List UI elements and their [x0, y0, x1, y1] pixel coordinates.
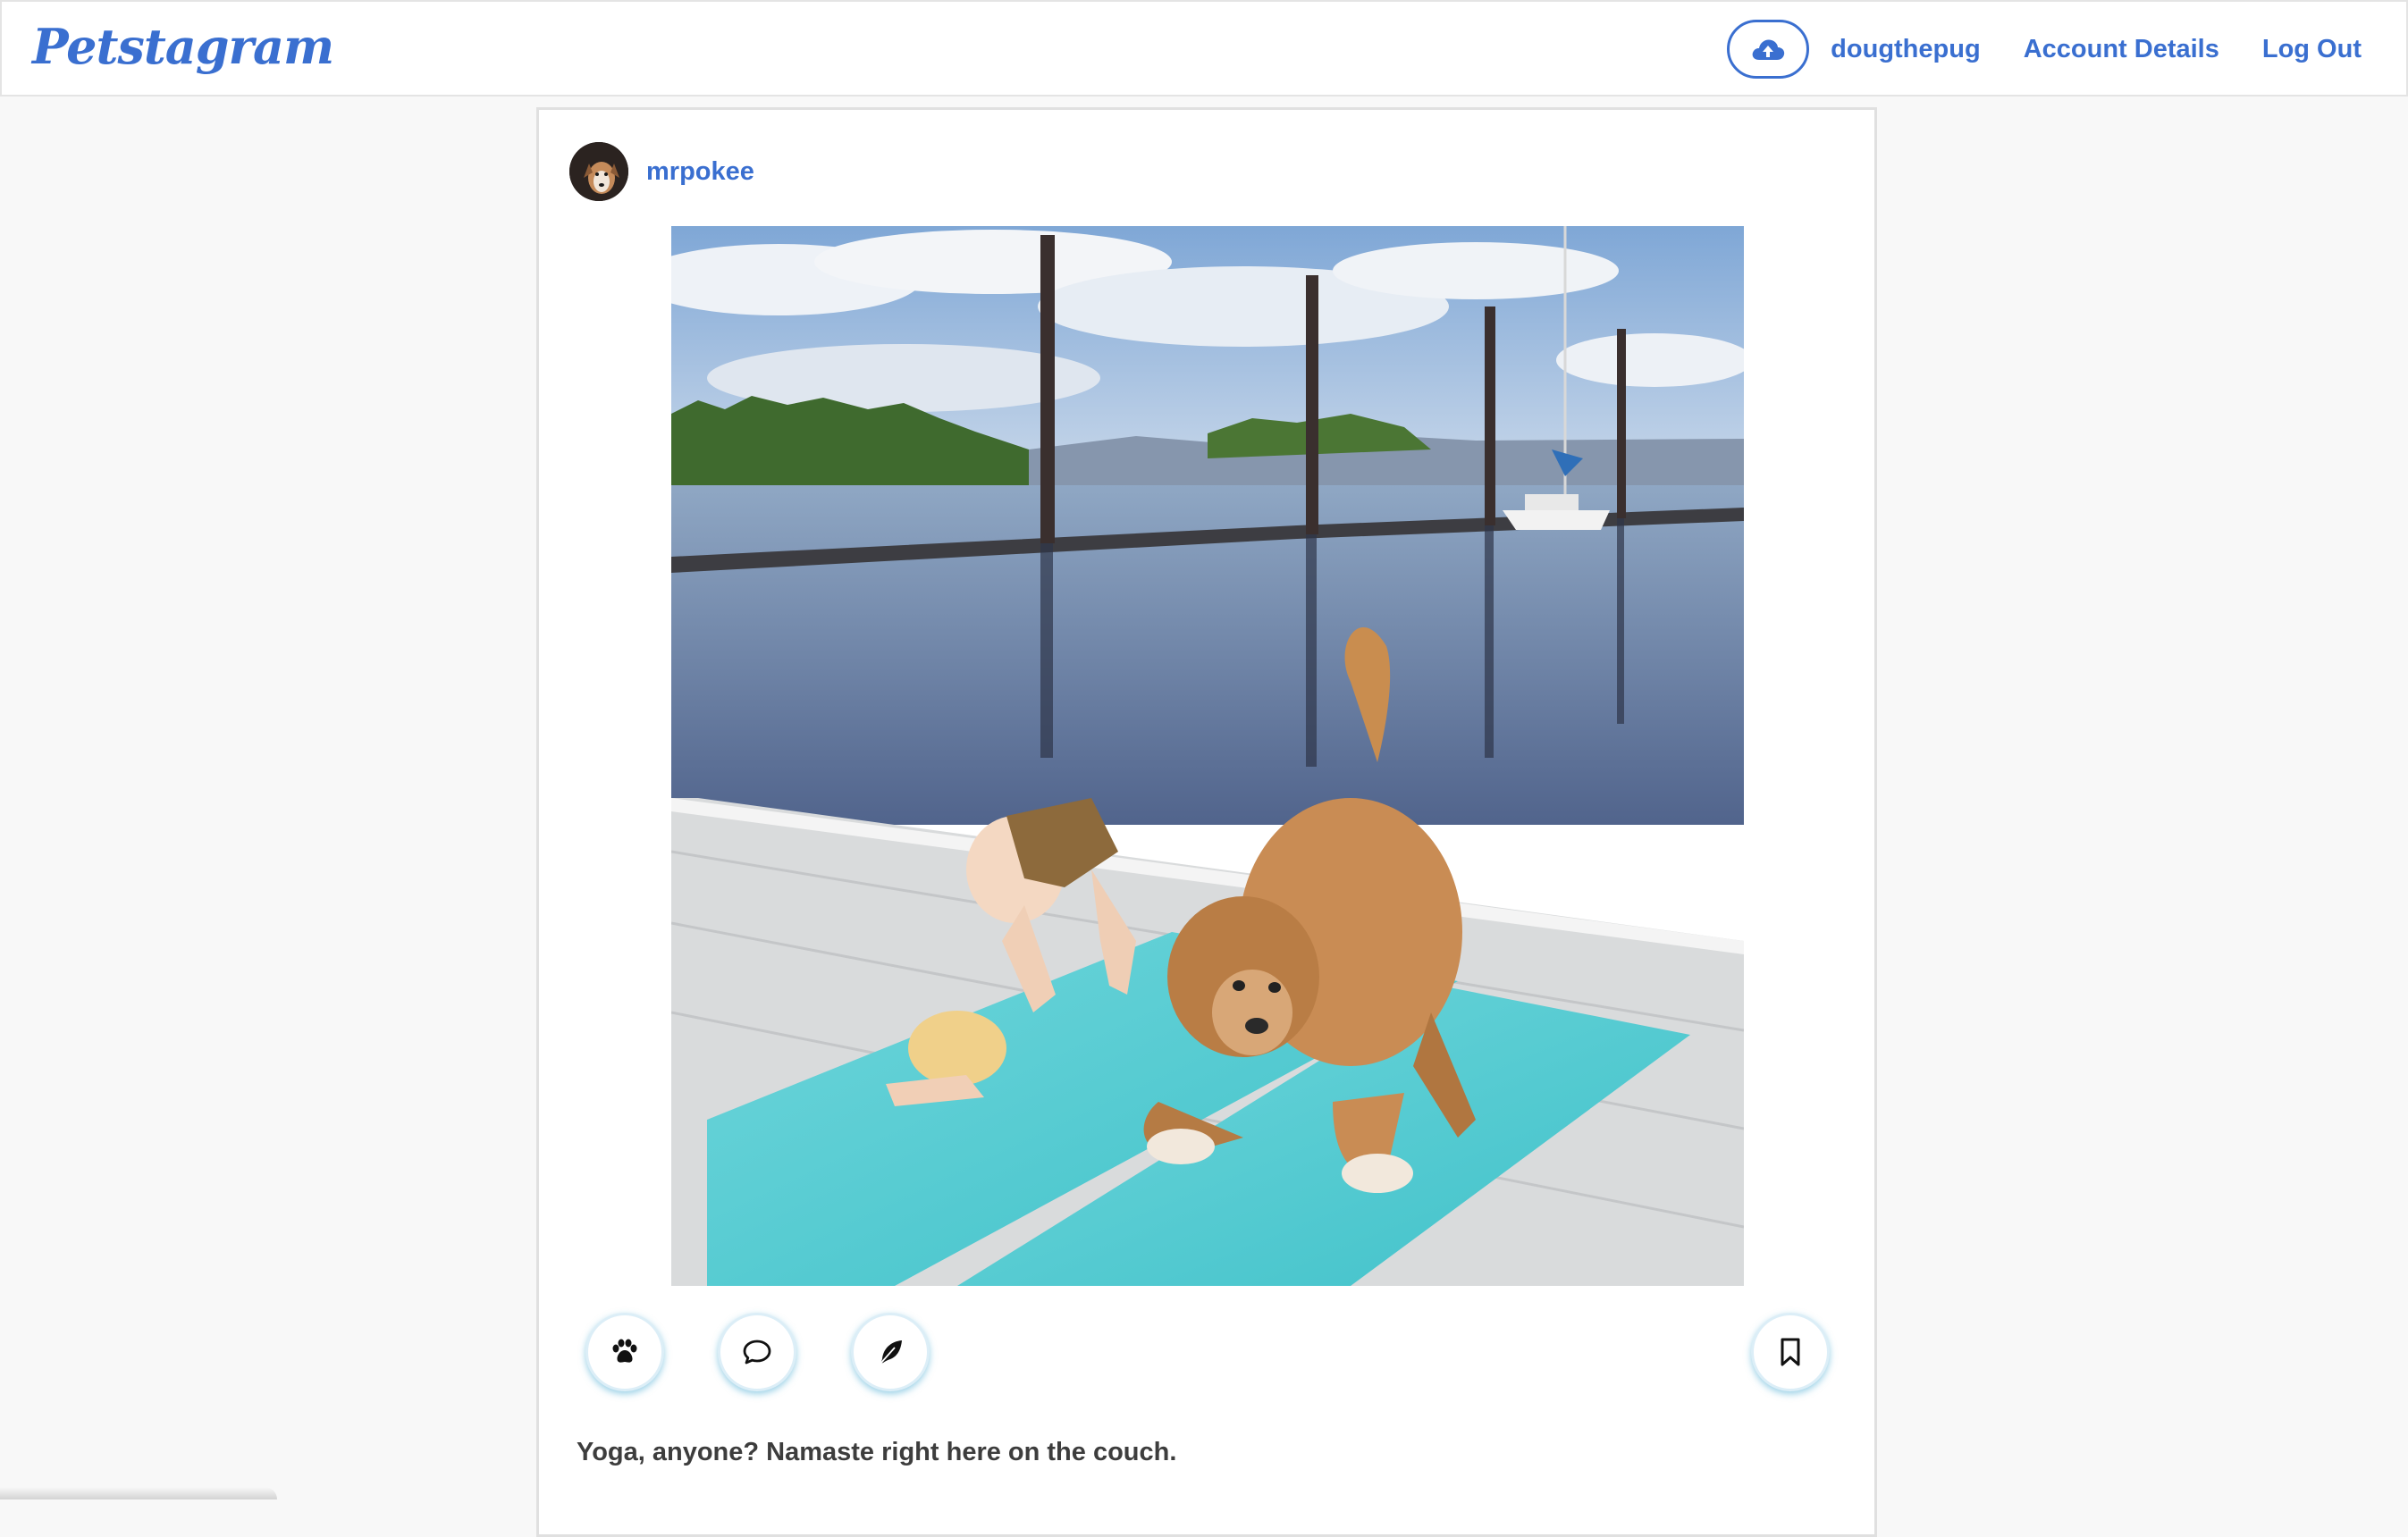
- post-header: mrpokee: [569, 142, 754, 201]
- comment-button[interactable]: [718, 1313, 796, 1391]
- share-button[interactable]: [851, 1313, 930, 1391]
- cloud-upload-icon: [1750, 36, 1786, 63]
- bookmark-icon: [1779, 1337, 1802, 1367]
- post-card: mrpokee: [536, 107, 1877, 1537]
- app-logo[interactable]: Petstagram: [32, 18, 333, 75]
- nav-username-link[interactable]: dougthepug: [1831, 35, 1981, 64]
- like-button[interactable]: [585, 1313, 664, 1391]
- author-avatar[interactable]: [569, 142, 628, 201]
- top-navbar: Petstagram dougthepug Account Details Lo…: [0, 0, 2408, 97]
- comment-icon: [742, 1338, 772, 1366]
- post-author-link[interactable]: mrpokee: [646, 157, 754, 187]
- logout-link[interactable]: Log Out: [2262, 35, 2362, 64]
- account-details-link[interactable]: Account Details: [2024, 35, 2219, 64]
- feather-icon: [875, 1338, 905, 1366]
- post-photo[interactable]: [671, 226, 1744, 1286]
- bookmark-button[interactable]: [1751, 1313, 1830, 1391]
- post-caption: Yoga, anyone? Namaste right here on the …: [577, 1438, 1176, 1467]
- toast-edge: [0, 1487, 277, 1499]
- upload-button[interactable]: [1727, 20, 1809, 79]
- paw-icon: [610, 1338, 640, 1366]
- nav-actions: dougthepug Account Details Log Out: [1727, 20, 2362, 79]
